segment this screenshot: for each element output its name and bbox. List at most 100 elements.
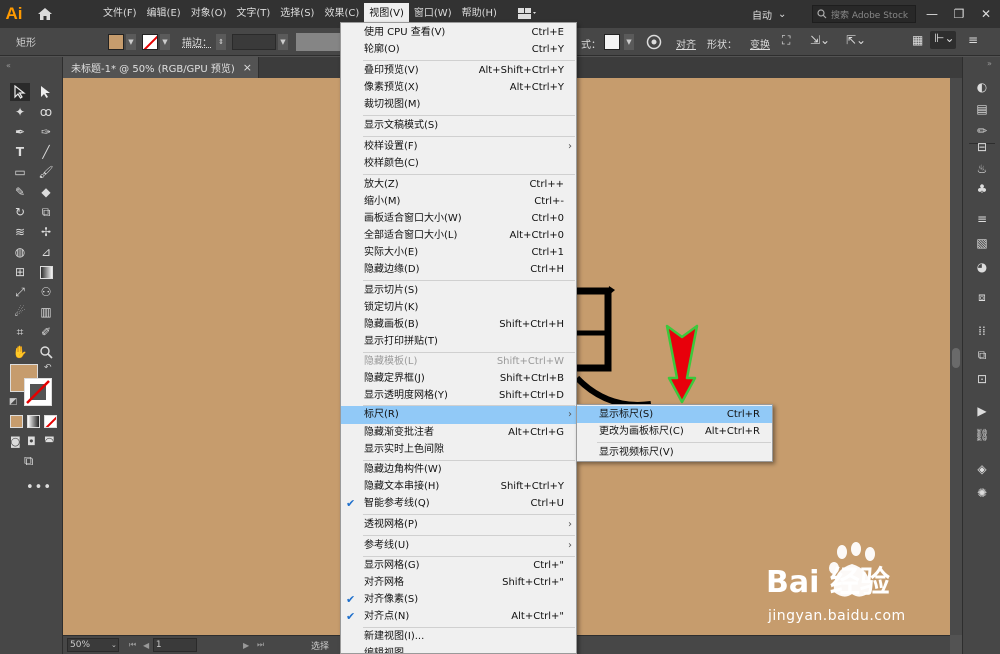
screen-mode-icon[interactable]: ⧉ bbox=[24, 454, 33, 469]
menu-item-show-slices[interactable]: 显示切片(S) bbox=[341, 282, 576, 299]
shaper-tool-icon[interactable]: ✎ bbox=[10, 183, 30, 201]
draw-inside-icon[interactable]: ◚ bbox=[44, 435, 55, 448]
grid-icon[interactable]: ▦ bbox=[912, 33, 923, 47]
magic-wand-tool-icon[interactable]: ✦ bbox=[10, 103, 30, 121]
selection-tool-icon[interactable] bbox=[10, 83, 30, 101]
puppet-warp-tool-icon[interactable]: ✢ bbox=[36, 223, 56, 241]
fill-dropdown[interactable]: ▼ bbox=[126, 33, 136, 50]
curvature-tool-icon[interactable]: ✑ bbox=[36, 123, 56, 141]
flip-icon[interactable]: ⇲⌄ bbox=[810, 33, 830, 47]
libraries-icon[interactable]: ⊟ bbox=[973, 139, 991, 155]
type-tool-icon[interactable]: T bbox=[10, 143, 30, 161]
color-guide-icon[interactable]: ◐ bbox=[973, 79, 991, 95]
menu-item-proof-setup[interactable]: 校样设置(F) › bbox=[341, 138, 576, 155]
minimize-button[interactable]: — bbox=[918, 0, 946, 28]
menu-edit[interactable]: 编辑(E) bbox=[142, 3, 186, 25]
menu-item-zoom-out[interactable]: 缩小(M) Ctrl+- bbox=[341, 193, 576, 210]
style-dropdown[interactable]: ▼ bbox=[624, 34, 634, 50]
close-icon[interactable]: × bbox=[243, 61, 252, 74]
menu-item-gradient-annotator[interactable]: 隐藏渐变批注者 Alt+Ctrl+G bbox=[341, 424, 576, 441]
swatches-icon[interactable]: ▤ bbox=[973, 101, 991, 117]
menu-item-hide-edges[interactable]: 隐藏边缘(D) Ctrl+H bbox=[341, 261, 576, 278]
line-segment-tool-icon[interactable]: ╱ bbox=[36, 143, 56, 161]
stroke-panel-icon[interactable]: ≡ bbox=[973, 211, 991, 227]
eyedropper-tool-icon[interactable]: ⤢ bbox=[10, 283, 30, 301]
menu-item-snap-to-grid[interactable]: 对齐网格 Shift+Ctrl+" bbox=[341, 574, 576, 591]
vertical-scrollbar[interactable] bbox=[950, 78, 962, 635]
stroke-dropdown[interactable]: ▼ bbox=[160, 33, 170, 50]
rectangle-tool-icon[interactable]: ▭ bbox=[10, 163, 30, 181]
stroke-color-swatch[interactable] bbox=[142, 33, 158, 50]
layers-icon[interactable]: ◈ bbox=[973, 461, 991, 477]
menu-item-artboard-rulers[interactable]: 更改为画板标尺(C) Alt+Ctrl+R bbox=[577, 423, 772, 440]
menu-item-trim-view[interactable]: 裁切视图(M) bbox=[341, 96, 576, 113]
menu-item-pixel-preview[interactable]: 像素预览(X) Alt+Ctrl+Y bbox=[341, 79, 576, 96]
menu-item-proof-colors[interactable]: 校样颜色(C) bbox=[341, 155, 576, 172]
menu-lines-icon[interactable]: ≡ bbox=[968, 33, 978, 47]
mesh-tool-icon[interactable]: ⊞ bbox=[10, 263, 30, 281]
menu-item-print-tiling[interactable]: 显示打印拼贴(T) bbox=[341, 333, 576, 350]
fill-color-swatch[interactable] bbox=[108, 33, 124, 50]
zoom-tool-icon[interactable] bbox=[36, 343, 56, 361]
menu-item-live-paint-gaps[interactable]: 显示实时上色间隙 bbox=[341, 441, 576, 458]
menu-item-new-view[interactable]: 新建视图(I)... bbox=[341, 628, 576, 645]
default-colors-icon[interactable]: ◩ bbox=[9, 397, 18, 407]
menu-item-fit-all[interactable]: 全部适合窗口大小(L) Alt+Ctrl+0 bbox=[341, 227, 576, 244]
prev-page-icon[interactable]: ◀ bbox=[143, 641, 149, 650]
menu-item-actual-size[interactable]: 实际大小(E) Ctrl+1 bbox=[341, 244, 576, 261]
align-panel-icon[interactable]: ⁞⁞ bbox=[973, 323, 991, 339]
menu-item-text-threads[interactable]: 隐藏文本串接(H) Shift+Ctrl+Y bbox=[341, 478, 576, 495]
menu-item-transparency-grid[interactable]: 显示透明度网格(Y) Shift+Ctrl+D bbox=[341, 387, 576, 404]
style-swatch[interactable] bbox=[604, 34, 620, 50]
arrange-documents-button[interactable] bbox=[514, 4, 542, 24]
draw-normal-icon[interactable]: ◙ bbox=[10, 435, 21, 448]
scale-tool-icon[interactable]: ⧉ bbox=[36, 203, 56, 221]
shape-label[interactable]: 形状： bbox=[707, 36, 737, 51]
appearance-icon[interactable]: ⧈ bbox=[973, 289, 991, 305]
stroke-weight-input[interactable] bbox=[232, 33, 276, 50]
menu-item-cpu-view[interactable]: 使用 CPU 查看(V) Ctrl+E bbox=[341, 24, 576, 41]
menu-file[interactable]: 文件(F) bbox=[98, 3, 142, 25]
none-mode-icon[interactable] bbox=[44, 415, 57, 428]
menu-item-fit-artboard[interactable]: 画板适合窗口大小(W) Ctrl+0 bbox=[341, 210, 576, 227]
menu-item-corner-widget[interactable]: 隐藏边角构件(W) bbox=[341, 461, 576, 478]
stroke-color-box[interactable] bbox=[24, 378, 52, 406]
menu-item-rulers[interactable]: 标尺(R) › bbox=[341, 406, 576, 424]
next-page-icon[interactable]: ▶ bbox=[243, 641, 249, 650]
home-button[interactable] bbox=[32, 1, 58, 27]
transform-label[interactable]: 变换 bbox=[750, 36, 770, 51]
draw-behind-icon[interactable]: ◘ bbox=[27, 435, 36, 448]
slice-tool-icon[interactable]: ✐ bbox=[36, 323, 56, 341]
transform-panel-icon[interactable]: ⊡ bbox=[973, 371, 991, 387]
panel-expand-icon[interactable]: » bbox=[987, 59, 992, 68]
menu-object[interactable]: 对象(O) bbox=[186, 3, 232, 25]
workspace-switcher[interactable]: 自动 ⌄ bbox=[752, 5, 804, 23]
menu-item-show-grid[interactable]: 显示网格(G) Ctrl+" bbox=[341, 557, 576, 574]
menu-item-snap-to-point[interactable]: ✔ 对齐点(N) Alt+Ctrl+" bbox=[341, 608, 576, 625]
transform-box-icon[interactable]: ⛶ bbox=[782, 33, 790, 48]
stroke-weight-stepper[interactable]: ⇕ bbox=[216, 33, 226, 50]
menu-item-perspective-grid[interactable]: 透视网格(P) › bbox=[341, 516, 576, 533]
actions-play-icon[interactable]: ▶ bbox=[973, 403, 991, 419]
menu-item-guides[interactable]: 参考线(U) › bbox=[341, 537, 576, 554]
gradient-mode-icon[interactable] bbox=[27, 415, 40, 428]
artboard-tool-icon[interactable]: ⌗ bbox=[10, 323, 30, 341]
menu-item-lock-slices[interactable]: 锁定切片(K) bbox=[341, 299, 576, 316]
eraser-tool-icon[interactable]: ◆ bbox=[36, 183, 56, 201]
menu-type[interactable]: 文字(T) bbox=[231, 3, 275, 25]
brushes-icon[interactable]: ✏ bbox=[973, 123, 991, 139]
menu-item-show-rulers[interactable]: 显示标尺(S) Ctrl+R bbox=[577, 406, 772, 423]
swap-colors-icon[interactable]: ↶ bbox=[44, 363, 52, 373]
color-mode-icon[interactable] bbox=[10, 415, 23, 428]
perspective-grid-tool-icon[interactable]: ⊿ bbox=[36, 243, 56, 261]
blend-tool-icon[interactable]: ⚇ bbox=[36, 283, 56, 301]
last-page-icon[interactable]: ⏭ bbox=[257, 640, 264, 650]
menu-item-edit-views[interactable]: 编辑视图... bbox=[341, 645, 576, 653]
menu-item-snap-to-pixel[interactable]: ✔ 对齐像素(S) bbox=[341, 591, 576, 608]
align-label[interactable]: 对齐 bbox=[676, 36, 696, 51]
paintbrush-tool-icon[interactable]: 🖌 bbox=[36, 163, 56, 181]
menu-item-zoom-in[interactable]: 放大(Z) Ctrl++ bbox=[341, 176, 576, 193]
transparency-icon[interactable]: ◕ bbox=[973, 259, 991, 275]
pathfinder-icon[interactable]: ⧉ bbox=[973, 347, 991, 363]
links-icon[interactable]: ⛓ bbox=[973, 427, 991, 443]
